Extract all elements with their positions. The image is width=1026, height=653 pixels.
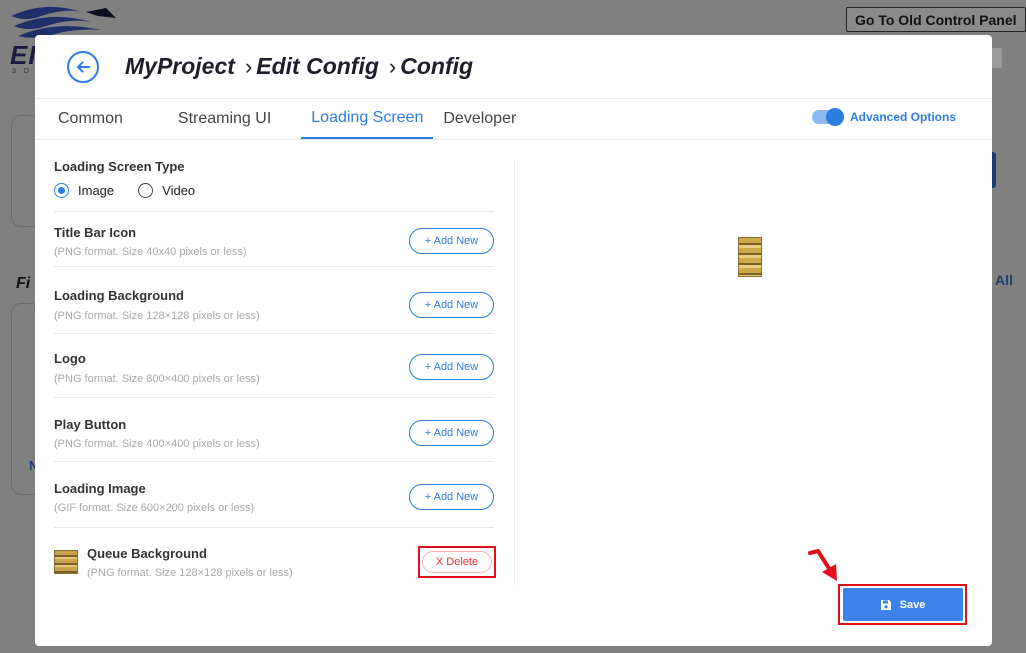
loading-screen-type-options: Image Video — [54, 183, 494, 198]
radio-video[interactable] — [138, 183, 154, 198]
asset-label: Logo — [54, 351, 86, 366]
radio-image-label: Image — [78, 183, 115, 198]
brand-logo-subtext: 3 D — [12, 68, 32, 75]
config-tabs: Common Streaming UI Loading Screen Devel… — [35, 99, 992, 140]
radio-video-label: Video — [162, 183, 196, 198]
asset-hint: (PNG format. Size 800×400 pixels or less… — [54, 373, 260, 385]
asset-label: Loading Image — [54, 481, 146, 496]
radio-image[interactable] — [54, 183, 69, 198]
asset-hint: (PNG format. Size 128×128 pixels or less… — [54, 310, 260, 322]
asset-row-queue-background: Queue Background (PNG format. Size 128×1… — [54, 528, 496, 590]
floppy-disk-icon — [880, 599, 891, 610]
arrow-left-icon — [77, 61, 90, 72]
modal-header: MyProject › Edit Config › Config — [35, 35, 992, 99]
add-new-button[interactable]: + Add New — [409, 420, 494, 446]
add-new-button[interactable]: + Add New — [409, 228, 494, 254]
asset-hint: (PNG format. Size 400×400 pixels or less… — [54, 438, 260, 450]
breadcrumb-separator: › — [244, 53, 253, 79]
asset-row-play-button: Play Button (PNG format. Size 400×400 pi… — [54, 398, 494, 462]
toggle-knob — [825, 108, 844, 126]
edit-config-modal: MyProject › Edit Config › Config Common … — [35, 35, 992, 646]
asset-label: Queue Background — [87, 546, 207, 561]
delete-button[interactable]: X Delete — [422, 551, 492, 573]
asset-row-loading-background: Loading Background (PNG format. Size 128… — [54, 267, 494, 334]
loading-screen-type-label: Loading Screen Type — [54, 159, 185, 174]
asset-hint: (PNG format. Size 40x40 pixels or less) — [54, 246, 247, 258]
advanced-options-label: Advanced Options — [849, 110, 956, 124]
queue-background-thumbnail — [54, 550, 78, 574]
brand-logo-text: EI — [10, 40, 37, 70]
breadcrumb-config: Config — [400, 53, 474, 79]
asset-label: Play Button — [54, 417, 127, 432]
asset-label: Title Bar Icon — [54, 225, 137, 240]
asset-settings-column: Loading Screen Type Image Video Title Ba… — [54, 141, 496, 590]
column-divider — [514, 161, 515, 585]
add-new-button[interactable]: + Add New — [409, 484, 494, 510]
asset-label: Loading Background — [54, 288, 184, 303]
asset-hint: (PNG format. Size 128×128 pixels or less… — [87, 567, 293, 579]
tab-common[interactable]: Common — [58, 99, 141, 139]
back-button[interactable] — [67, 50, 99, 83]
loading-image-preview — [738, 237, 762, 277]
add-new-button[interactable]: + Add New — [409, 292, 494, 318]
asset-row-logo: Logo (PNG format. Size 800×400 pixels or… — [54, 334, 494, 398]
go-to-old-control-panel-button[interactable]: Go To Old Control Panel — [846, 7, 1026, 32]
tab-developer[interactable]: Developer — [443, 99, 534, 139]
advanced-options: Advanced Options — [811, 108, 956, 126]
advanced-options-toggle[interactable] — [811, 108, 844, 126]
pointer-arrow-icon — [808, 549, 837, 581]
save-button[interactable]: Save — [842, 588, 963, 621]
tab-streaming-ui[interactable]: Streaming UI — [178, 99, 289, 139]
asset-hint: (GIF format. Size 600×200 pixels or less… — [54, 502, 255, 514]
delete-button-highlight: X Delete — [418, 546, 496, 578]
save-button-highlight: Save — [838, 584, 967, 625]
asset-row-loading-image: Loading Image (GIF format. Size 600×200 … — [54, 462, 494, 528]
asset-row-title-bar-icon: Title Bar Icon (PNG format. Size 40x40 p… — [54, 212, 494, 267]
tab-loading-screen[interactable]: Loading Screen — [301, 99, 434, 139]
breadcrumb: MyProject › Edit Config › Config — [125, 53, 473, 80]
save-label: Save — [899, 598, 926, 611]
background-view-all-link: All — [995, 272, 1013, 288]
loading-screen-type-section: Loading Screen Type Image Video — [54, 141, 494, 212]
breadcrumb-edit-config[interactable]: Edit Config — [256, 53, 379, 80]
breadcrumb-project[interactable]: MyProject — [125, 53, 235, 80]
add-new-button[interactable]: + Add New — [409, 354, 494, 380]
breadcrumb-separator: › — [388, 53, 397, 79]
background-section-title: Fi — [16, 275, 31, 292]
